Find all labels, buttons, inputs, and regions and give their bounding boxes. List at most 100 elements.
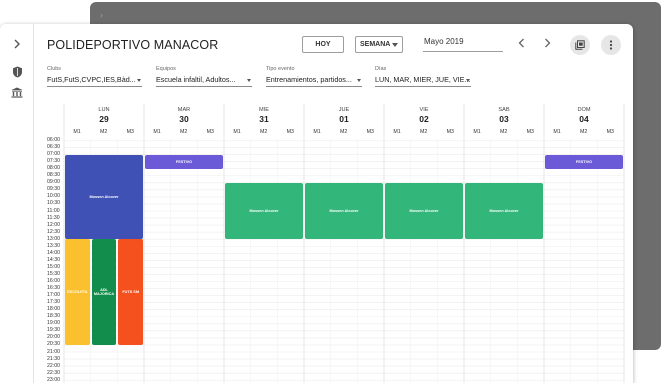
day-name: DOM <box>577 107 591 113</box>
court-column-label: M2 <box>499 129 508 135</box>
time-label: 10:00 <box>47 193 60 200</box>
calendar-window: POLIDEPORTIVO MANACOR HOY SEMANA Mayo 20… <box>0 24 633 383</box>
filter-value-text: LUN, MAR, MIER, JUE, VIE... <box>375 75 471 84</box>
court-column-label: M1 <box>473 129 481 135</box>
filter-label: Clubs <box>47 66 62 72</box>
court-column-label: M1 <box>153 129 161 135</box>
building-icon[interactable] <box>9 84 25 100</box>
chevron-left-icon[interactable] <box>516 38 526 51</box>
court-column-label: M3 <box>526 129 534 135</box>
event-label: Mossen Alcover <box>409 208 439 213</box>
calendar-export-button[interactable] <box>570 35 590 55</box>
date-field[interactable]: Mayo 2019 <box>423 37 503 52</box>
day-header[interactable]: MIE 31 <box>224 107 304 124</box>
filter-tipo-evento[interactable]: Tipo evento Entrenamientos, partidos... <box>266 66 362 87</box>
filter-value-text: FutS,FutS,CVPC,IES,Bàd... <box>47 75 136 84</box>
time-label: 08:30 <box>47 172 60 179</box>
event-label: Mossen Alcover <box>249 208 279 213</box>
chevron-right-icon[interactable] <box>9 36 25 52</box>
court-column-label: M3 <box>446 129 454 135</box>
time-label: 17:30 <box>47 299 60 306</box>
filter-value: FutS,FutS,CVPC,IES,Bàd... <box>47 75 142 87</box>
chevron-down-icon <box>392 43 398 47</box>
day-header[interactable]: SAB 03 <box>464 107 544 124</box>
filter-clubs[interactable]: Clubs FutS,FutS,CVPC,IES,Bàd... <box>47 66 142 87</box>
time-label: 19:00 <box>47 320 60 327</box>
time-label: 12:30 <box>47 228 60 235</box>
shield-icon[interactable] <box>9 64 25 80</box>
filter-label: Días <box>375 66 387 72</box>
court-column-label: M2 <box>579 129 588 135</box>
main-content: POLIDEPORTIVO MANACOR HOY SEMANA Mayo 20… <box>34 24 633 383</box>
chevron-down-icon <box>357 79 361 82</box>
court-column-label: M2 <box>259 129 268 135</box>
time-label: 21:30 <box>47 355 60 362</box>
today-button[interactable]: HOY <box>302 36 344 53</box>
time-label: 07:00 <box>47 151 60 158</box>
day-date: 29 <box>99 114 109 124</box>
day-header[interactable]: MAR 30 <box>144 107 224 124</box>
calendar-event[interactable]: ESCOLETA <box>65 239 90 345</box>
time-label: 18:30 <box>47 313 60 320</box>
filter-label: Tipo evento <box>266 66 295 72</box>
calendar-event[interactable]: Mossen Alcover <box>225 182 303 240</box>
calendar-event[interactable]: Mossen Alcover <box>385 182 463 240</box>
filter-value: Entrenamientos, partidos... <box>266 75 362 87</box>
day-date: 04 <box>579 114 589 124</box>
court-column-label: M3 <box>286 129 294 135</box>
filter-dias[interactable]: Días LUN, MAR, MIER, JUE, VIE... <box>375 66 471 87</box>
time-label: 19:30 <box>47 327 60 334</box>
chevron-right-icon: › <box>100 10 103 20</box>
day-name: SAB <box>498 107 510 113</box>
calendar-event[interactable]: Mossen Alcover <box>65 154 143 240</box>
day-name: MAR <box>177 107 191 113</box>
court-column-label: M1 <box>393 129 401 135</box>
view-select[interactable]: SEMANA <box>355 36 403 53</box>
calendar-event[interactable]: ADL MAJORICA <box>91 239 117 345</box>
calendar-event[interactable]: Mossen Alcover <box>465 182 543 240</box>
time-label: 18:00 <box>47 306 60 313</box>
time-label: 15:00 <box>47 263 60 270</box>
time-label: 20:00 <box>47 334 60 341</box>
time-label: 12:00 <box>47 221 60 228</box>
filter-equipos[interactable]: Equipos Escuela infaltil, Adultos... <box>156 66 252 87</box>
event-label: ESCOLETA <box>67 289 88 294</box>
page-title: POLIDEPORTIVO MANACOR <box>47 38 219 52</box>
day-header[interactable]: JUE 01 <box>304 107 384 124</box>
time-label: 16:00 <box>47 278 60 284</box>
day-header[interactable]: LUN 29 <box>64 107 144 124</box>
filter-value-text: Escuela infaltil, Adultos... <box>156 75 236 84</box>
calendar-event[interactable]: Mossen Alcover <box>305 182 383 240</box>
day-name: LUN <box>98 107 110 113</box>
day-header[interactable]: DOM 04 <box>544 107 624 124</box>
time-label: 23:00 <box>47 376 60 383</box>
time-label: 13:30 <box>47 242 60 249</box>
day-date: 01 <box>339 114 349 124</box>
time-label: 20:30 <box>47 341 60 348</box>
time-label: 16:30 <box>47 285 60 292</box>
time-label: 21:00 <box>47 348 60 355</box>
day-date: 31 <box>259 114 269 124</box>
more-vertical-icon <box>609 40 613 50</box>
event-label: Mossen Alcover <box>89 194 119 199</box>
court-column-label: M1 <box>73 129 81 135</box>
calendar-event[interactable]: FESTIVO <box>545 154 623 169</box>
court-column-label: M3 <box>606 129 614 135</box>
calendar-event[interactable]: FUTS SM <box>118 239 143 345</box>
calendar-event[interactable]: FESTIVO <box>145 154 223 169</box>
more-options-button[interactable] <box>601 35 621 55</box>
week-calendar: LUN 29 M1 M2 M3 MAR 30 M1 M2 M3 MIE 31 M1 M2 M3 JUE 01 M1… <box>34 104 633 383</box>
time-label: 09:30 <box>47 186 60 193</box>
time-label: 17:00 <box>47 292 60 299</box>
court-column-label: M1 <box>553 129 561 135</box>
chevron-right-icon[interactable] <box>542 38 552 51</box>
event-label: FUTS SM <box>122 289 139 294</box>
event-label: FESTIVO <box>575 159 593 164</box>
court-column-label: M2 <box>99 129 108 135</box>
time-label: 11:30 <box>47 214 60 221</box>
time-label: 06:00 <box>47 137 60 143</box>
time-label: 15:30 <box>47 270 60 277</box>
time-label: 13:00 <box>47 235 60 242</box>
day-header[interactable]: VIE 02 <box>384 107 464 124</box>
day-date: 03 <box>499 114 509 124</box>
